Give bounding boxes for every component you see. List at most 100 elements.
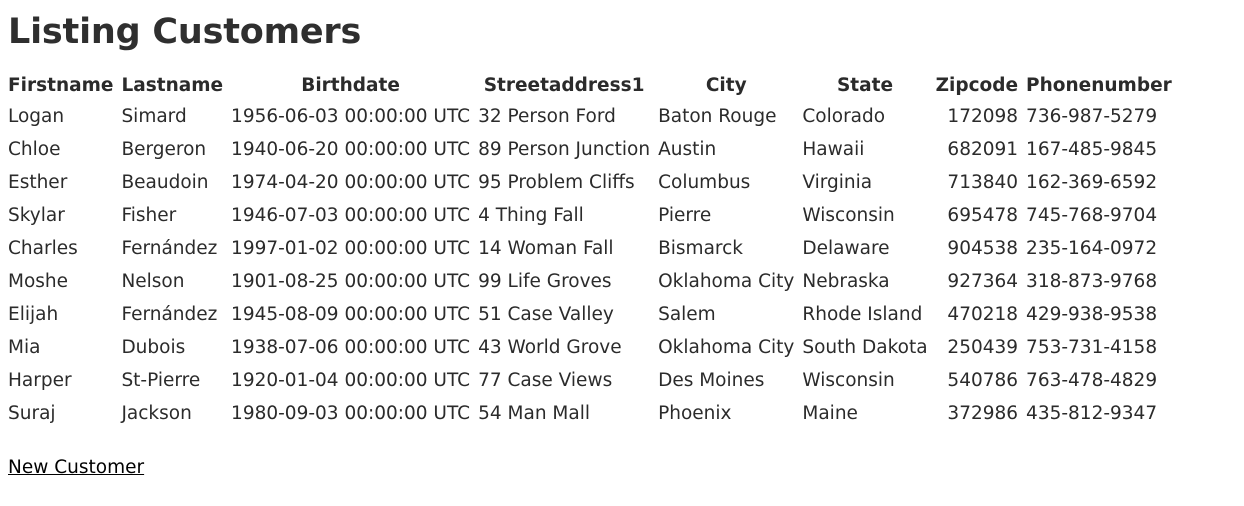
cell-zipcode: 713840 xyxy=(947,171,1019,193)
cell-city: Oklahoma City xyxy=(658,336,795,358)
cell-street: 54 Man Mall xyxy=(478,402,590,424)
cell-city: Bismarck xyxy=(658,237,743,259)
table-body: Logan Simard 1956-06-03 00:00:00 UTC 32 Per… xyxy=(8,106,1180,436)
cell-street: 43 World Grove xyxy=(478,336,622,358)
cell-street: 14 Woman Fall xyxy=(478,237,614,259)
cell-birthdate: 1920-01-04 00:00:00 UTC xyxy=(231,369,471,391)
cell-birthdate: 1980-09-03 00:00:00 UTC xyxy=(231,402,471,424)
cell-city: Des Moines xyxy=(658,369,765,391)
table-row: Moshe Nelson 1901-08-25 00:00:00 UTC 99 Lif… xyxy=(8,271,1180,304)
cell-street: 89 Person Junction xyxy=(478,138,651,160)
cell-firstname: Charles xyxy=(8,237,78,259)
cell-lastname: Nelson xyxy=(121,270,185,292)
cell-phone: 763-478-4829 xyxy=(1026,369,1158,391)
cell-firstname: Elijah xyxy=(8,303,59,325)
cell-firstname: Suraj xyxy=(8,402,56,424)
cell-firstname: Logan xyxy=(8,105,65,127)
table-header-row: Firstname Lastname Birthdate Streetaddress1… xyxy=(8,75,1180,106)
cell-phone: 435-812-9347 xyxy=(1026,402,1158,424)
cell-state: Virginia xyxy=(802,171,873,193)
cell-lastname: Fisher xyxy=(121,204,177,226)
page-container: Listing Customers Firstname Lastname Birth… xyxy=(0,0,1244,478)
cell-birthdate: 1997-01-02 00:00:00 UTC xyxy=(231,237,471,259)
cell-street: 95 Problem Cliffs xyxy=(478,171,635,193)
table-row: Logan Simard 1956-06-03 00:00:00 UTC 32 Per… xyxy=(8,106,1180,139)
column-header-birthdate: Birthdate xyxy=(301,74,400,96)
cell-phone: 318-873-9768 xyxy=(1026,270,1158,292)
cell-lastname: Fernández xyxy=(121,237,218,259)
cell-zipcode: 695478 xyxy=(947,204,1019,226)
table-row: Mia Dubois 1938-07-06 00:00:00 UTC 43 World… xyxy=(8,337,1180,370)
cell-birthdate: 1945-08-09 00:00:00 UTC xyxy=(231,303,471,325)
cell-state: Delaware xyxy=(802,237,890,259)
column-header-state: State xyxy=(836,74,893,96)
cell-state: South Dakota xyxy=(802,336,928,358)
table-row: Elijah Fernández 1945-08-09 00:00:00 UTC 51… xyxy=(8,304,1180,337)
cell-street: 77 Case Views xyxy=(478,369,613,391)
table-row: Skylar Fisher 1946-07-03 00:00:00 UTC 4 Thi… xyxy=(8,205,1180,238)
cell-firstname: Harper xyxy=(8,369,72,391)
cell-birthdate: 1938-07-06 00:00:00 UTC xyxy=(231,336,471,358)
cell-phone: 753-731-4158 xyxy=(1026,336,1158,358)
cell-firstname: Skylar xyxy=(8,204,65,226)
cell-zipcode: 927364 xyxy=(947,270,1019,292)
cell-city: Baton Rouge xyxy=(658,105,777,127)
cell-state: Wisconsin xyxy=(802,369,895,391)
cell-phone: 162-369-6592 xyxy=(1026,171,1158,193)
table-row: Charles Fernández 1997-01-02 00:00:00 UTC 1… xyxy=(8,238,1180,271)
cell-city: Salem xyxy=(658,303,716,325)
cell-street: 4 Thing Fall xyxy=(478,204,584,226)
cell-firstname: Esther xyxy=(8,171,68,193)
cell-state: Hawaii xyxy=(802,138,865,160)
column-header-lastname: Lastname xyxy=(121,74,224,96)
cell-state: Nebraska xyxy=(802,270,890,292)
cell-zipcode: 470218 xyxy=(947,303,1019,325)
cell-state: Colorado xyxy=(802,105,886,127)
cell-state: Maine xyxy=(802,402,858,424)
cell-phone: 745-768-9704 xyxy=(1026,204,1158,226)
page-title: Listing Customers xyxy=(8,12,362,52)
cell-phone: 167-485-9845 xyxy=(1026,138,1158,160)
cell-lastname: Bergeron xyxy=(121,138,207,160)
cell-state: Wisconsin xyxy=(802,204,895,226)
cell-city: Oklahoma City xyxy=(658,270,795,292)
cell-street: 32 Person Ford xyxy=(478,105,616,127)
table-row: Chloe Bergeron 1940-06-20 00:00:00 UTC 89 P… xyxy=(8,139,1180,172)
column-header-city: City xyxy=(705,74,747,96)
cell-lastname: Fernández xyxy=(121,303,218,325)
cell-zipcode: 172098 xyxy=(947,105,1019,127)
cell-firstname: Mia xyxy=(8,336,41,358)
cell-birthdate: 1956-06-03 00:00:00 UTC xyxy=(231,105,471,127)
cell-firstname: Moshe xyxy=(8,270,69,292)
cell-phone: 429-938-9538 xyxy=(1026,303,1158,325)
new-customer-link[interactable]: New Customer xyxy=(8,457,144,478)
cell-lastname: St-Pierre xyxy=(121,369,201,391)
cell-phone: 235-164-0972 xyxy=(1026,237,1158,259)
cell-birthdate: 1901-08-25 00:00:00 UTC xyxy=(231,270,471,292)
table-row: Harper St-Pierre 1920-01-04 00:00:00 UTC 77… xyxy=(8,370,1180,403)
column-header-phone: Phonenumber xyxy=(1026,74,1172,96)
column-header-firstname: Firstname xyxy=(8,74,114,96)
customers-table: Firstname Lastname Birthdate Streetaddress1… xyxy=(8,75,1180,436)
cell-city: Austin xyxy=(658,138,717,160)
cell-zipcode: 682091 xyxy=(947,138,1019,160)
cell-city: Columbus xyxy=(658,171,751,193)
cell-zipcode: 250439 xyxy=(947,336,1019,358)
cell-lastname: Simard xyxy=(121,105,187,127)
column-header-street: Streetaddress1 xyxy=(483,74,645,96)
cell-lastname: Jackson xyxy=(121,402,192,424)
cell-lastname: Beaudoin xyxy=(121,171,209,193)
cell-zipcode: 540786 xyxy=(947,369,1019,391)
cell-zipcode: 904538 xyxy=(947,237,1019,259)
cell-city: Phoenix xyxy=(658,402,732,424)
cell-street: 99 Life Groves xyxy=(478,270,612,292)
column-header-zipcode: Zipcode xyxy=(935,74,1019,96)
cell-birthdate: 1974-04-20 00:00:00 UTC xyxy=(231,171,471,193)
cell-state: Rhode Island xyxy=(802,303,923,325)
cell-firstname: Chloe xyxy=(8,138,61,160)
cell-city: Pierre xyxy=(658,204,712,226)
cell-street: 51 Case Valley xyxy=(478,303,614,325)
table-row: Esther Beaudoin 1974-04-20 00:00:00 UTC 95 … xyxy=(8,172,1180,205)
cell-birthdate: 1940-06-20 00:00:00 UTC xyxy=(231,138,471,160)
cell-birthdate: 1946-07-03 00:00:00 UTC xyxy=(231,204,471,226)
